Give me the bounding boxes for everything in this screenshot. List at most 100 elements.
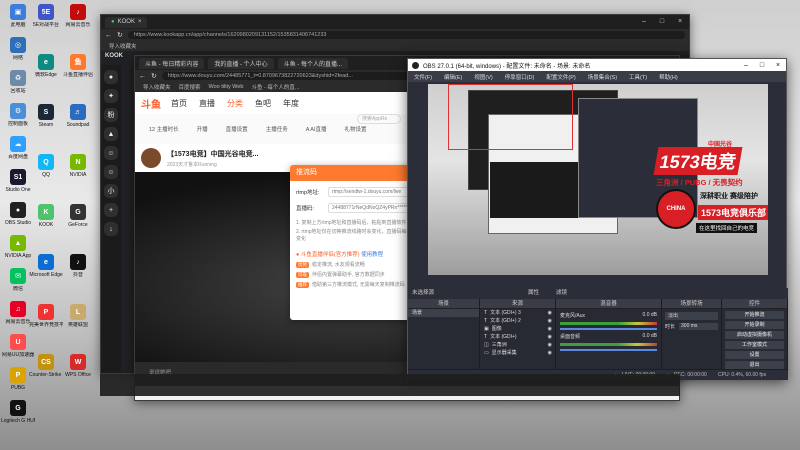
obs-menu-item[interactable]: 帮助(H) (659, 73, 678, 81)
kook-server-icon[interactable]: ▲ (104, 127, 118, 141)
douyu-nav-item[interactable]: 直播 (199, 99, 215, 108)
promo-link[interactable]: 使用教程 (361, 252, 383, 258)
desktop-icon[interactable]: e 微软Edge (30, 54, 62, 92)
kook-url-field[interactable]: https://www.kookapp.cn/app/channels/1620… (127, 31, 685, 39)
volume-slider[interactable] (560, 349, 657, 351)
obs-menu-item[interactable]: 场景集合(S) (588, 73, 617, 81)
desktop-icon[interactable]: G GeForce (62, 204, 94, 242)
obs-control-button[interactable]: 退出 (725, 361, 784, 369)
desktop-icon[interactable]: S Steam (30, 104, 62, 142)
douyu-nav-item[interactable]: 分类 (227, 99, 243, 108)
kook-server-icon[interactable]: 小 (104, 184, 118, 198)
bookmark-item[interactable]: Woo tility Web (209, 84, 244, 90)
obs-menu-item[interactable]: 工具(T) (629, 73, 647, 81)
desktop-icon[interactable]: G Logitech G HUB (1, 400, 35, 438)
filters-button[interactable]: 滤镜 (556, 288, 567, 299)
kook-tab[interactable]: ● KOOK × (105, 16, 148, 28)
visibility-icon[interactable]: ◉ (548, 341, 552, 349)
obs-menu-item[interactable]: 视图(V) (474, 73, 492, 81)
obs-menu-item[interactable]: 停靠窗口(D) (505, 73, 535, 81)
douyu-nav-item[interactable]: 首页 (171, 99, 187, 108)
desktop-icon[interactable]: Q QQ (30, 154, 62, 192)
back-icon[interactable]: ← (139, 73, 146, 80)
minimize-icon[interactable]: – (635, 15, 653, 29)
douyu-tab[interactable]: 我的直播 - 个人中心 (208, 57, 274, 69)
desktop-icon[interactable]: 鱼斗鱼直播伴侣 (62, 54, 94, 92)
desktop-icon[interactable]: L 英雄联盟 (62, 304, 94, 342)
obs-control-button[interactable]: 开始录制 (725, 321, 784, 329)
bookmark-import[interactable]: 导入收藏夹 (109, 42, 137, 50)
preview-selection-box[interactable] (448, 84, 573, 150)
obs-control-button[interactable]: 开始推流 (725, 311, 784, 319)
maximize-icon[interactable]: □ (754, 62, 770, 69)
anchor-tool-item[interactable]: A AI直播 (306, 125, 327, 133)
source-item[interactable]: ◫ 三角洲 ◉ (480, 341, 555, 349)
visibility-icon[interactable]: ◉ (548, 309, 552, 317)
obs-preview-canvas[interactable]: 中国光谷 1573电竞 三角洲 / PUBG / 无畏契约 深耕职业 赛级陪护 … (428, 84, 768, 275)
source-item[interactable]: ▣ 图像 ◉ (480, 325, 555, 333)
obs-menu-item[interactable]: 配置文件(P) (546, 73, 575, 81)
obs-menu-item[interactable]: 编辑(E) (444, 73, 462, 81)
close-icon[interactable]: × (770, 62, 786, 69)
desktop-icon[interactable]: N NVIDIA (62, 154, 94, 192)
douyu-logo[interactable]: 斗鱼 (141, 96, 161, 111)
kook-server-icon[interactable]: ✦ (104, 89, 118, 103)
reload-icon[interactable]: ↻ (117, 31, 123, 39)
desktop-icon[interactable]: CS Counter-Strike 2 (29, 354, 63, 392)
douyu-tab[interactable]: 斗鱼 - 每个人的直播... (277, 57, 349, 69)
visibility-icon[interactable]: ◉ (548, 317, 552, 325)
douyu-nav-item[interactable]: 鱼吧 (255, 99, 271, 108)
desktop-icon[interactable]: P 完美世界竞技平台 (29, 304, 63, 342)
volume-slider[interactable] (560, 328, 657, 330)
duration-input[interactable]: 300 ms (679, 323, 718, 330)
desktop-icon[interactable]: K KOOK (30, 204, 62, 242)
douyu-nav-item[interactable]: 年度 (283, 99, 299, 108)
kook-app-logo: KOOK (105, 53, 123, 59)
anchor-tool-item[interactable]: 直播设置 (226, 125, 248, 133)
anchor-tool-item[interactable]: 主播任务 (266, 125, 288, 133)
bookmark-item[interactable]: 百度搜索 (179, 83, 201, 91)
desktop-icon[interactable]: ♪ 抖音 (62, 254, 94, 292)
kook-server-icon[interactable]: ☺ (104, 146, 118, 160)
obs-menu-item[interactable]: 文件(F) (414, 73, 432, 81)
desktop-icon[interactable]: ♬ Soundpad (62, 104, 94, 142)
kook-server-icon[interactable]: ↓ (104, 222, 118, 236)
kook-server-icon[interactable]: ☺ (104, 165, 118, 179)
visibility-icon[interactable]: ◉ (548, 325, 552, 333)
kook-server-icon[interactable]: 粉 (104, 108, 118, 122)
anchor-tool-item[interactable]: 开播 (197, 125, 208, 133)
minimize-icon[interactable]: – (738, 62, 754, 69)
kook-server-icon[interactable]: ● (104, 70, 118, 84)
bookmark-item[interactable]: 斗鱼 - 每个人的直... (251, 83, 299, 91)
avatar (141, 148, 161, 168)
visibility-icon[interactable]: ◉ (548, 333, 552, 341)
maximize-icon[interactable]: □ (653, 15, 671, 29)
obs-control-button[interactable]: 启动虚拟摄像机 (725, 331, 784, 339)
source-item[interactable]: T 文本 (GDI+) ◉ (480, 333, 555, 341)
visibility-icon[interactable]: ◉ (548, 349, 552, 357)
source-item[interactable]: T 文本 (GDI+) 3 ◉ (480, 309, 555, 317)
back-icon[interactable]: ← (105, 32, 112, 39)
close-icon[interactable]: × (671, 15, 689, 29)
scene-item[interactable]: 场景 (408, 309, 479, 317)
scenes-title: 场景 (408, 299, 479, 309)
kook-server-icon[interactable]: + (104, 203, 118, 217)
obs-control-button[interactable]: 设置 (725, 351, 784, 359)
obs-control-button[interactable]: 工作室模式 (725, 341, 784, 349)
source-item[interactable]: ▭ 显示器采集 ◉ (480, 349, 555, 357)
bookmark-item[interactable]: 导入收藏夹 (143, 83, 171, 91)
douyu-search-input[interactable]: 搜索AppRe (357, 114, 401, 124)
properties-button[interactable]: 属性 (528, 288, 539, 299)
transition-select[interactable]: 淡出 (665, 312, 718, 320)
douyu-tab[interactable]: 斗鱼 - 每日精彩内容 (139, 57, 205, 69)
desktop-icon[interactable]: ♪ 网易云音乐 (62, 4, 94, 42)
obs-window[interactable]: OBS 27.0.1 (64-bit, windows) - 配置文件: 未命名… (407, 58, 788, 380)
desktop-icon[interactable]: W WPS Office (62, 354, 94, 392)
anchor-tool-item[interactable]: 12 主播时长 (149, 125, 179, 133)
source-item[interactable]: T 文本 (GDI+) 2 ◉ (480, 317, 555, 325)
desktop-icon[interactable]: e Microsoft Edge (29, 254, 63, 292)
anchor-tool-item[interactable]: 礼物设置 (345, 125, 367, 133)
close-icon[interactable]: × (138, 19, 142, 25)
desktop-icon[interactable]: 5E 5E对战平台 (30, 4, 62, 42)
reload-icon[interactable]: ↻ (151, 72, 157, 80)
